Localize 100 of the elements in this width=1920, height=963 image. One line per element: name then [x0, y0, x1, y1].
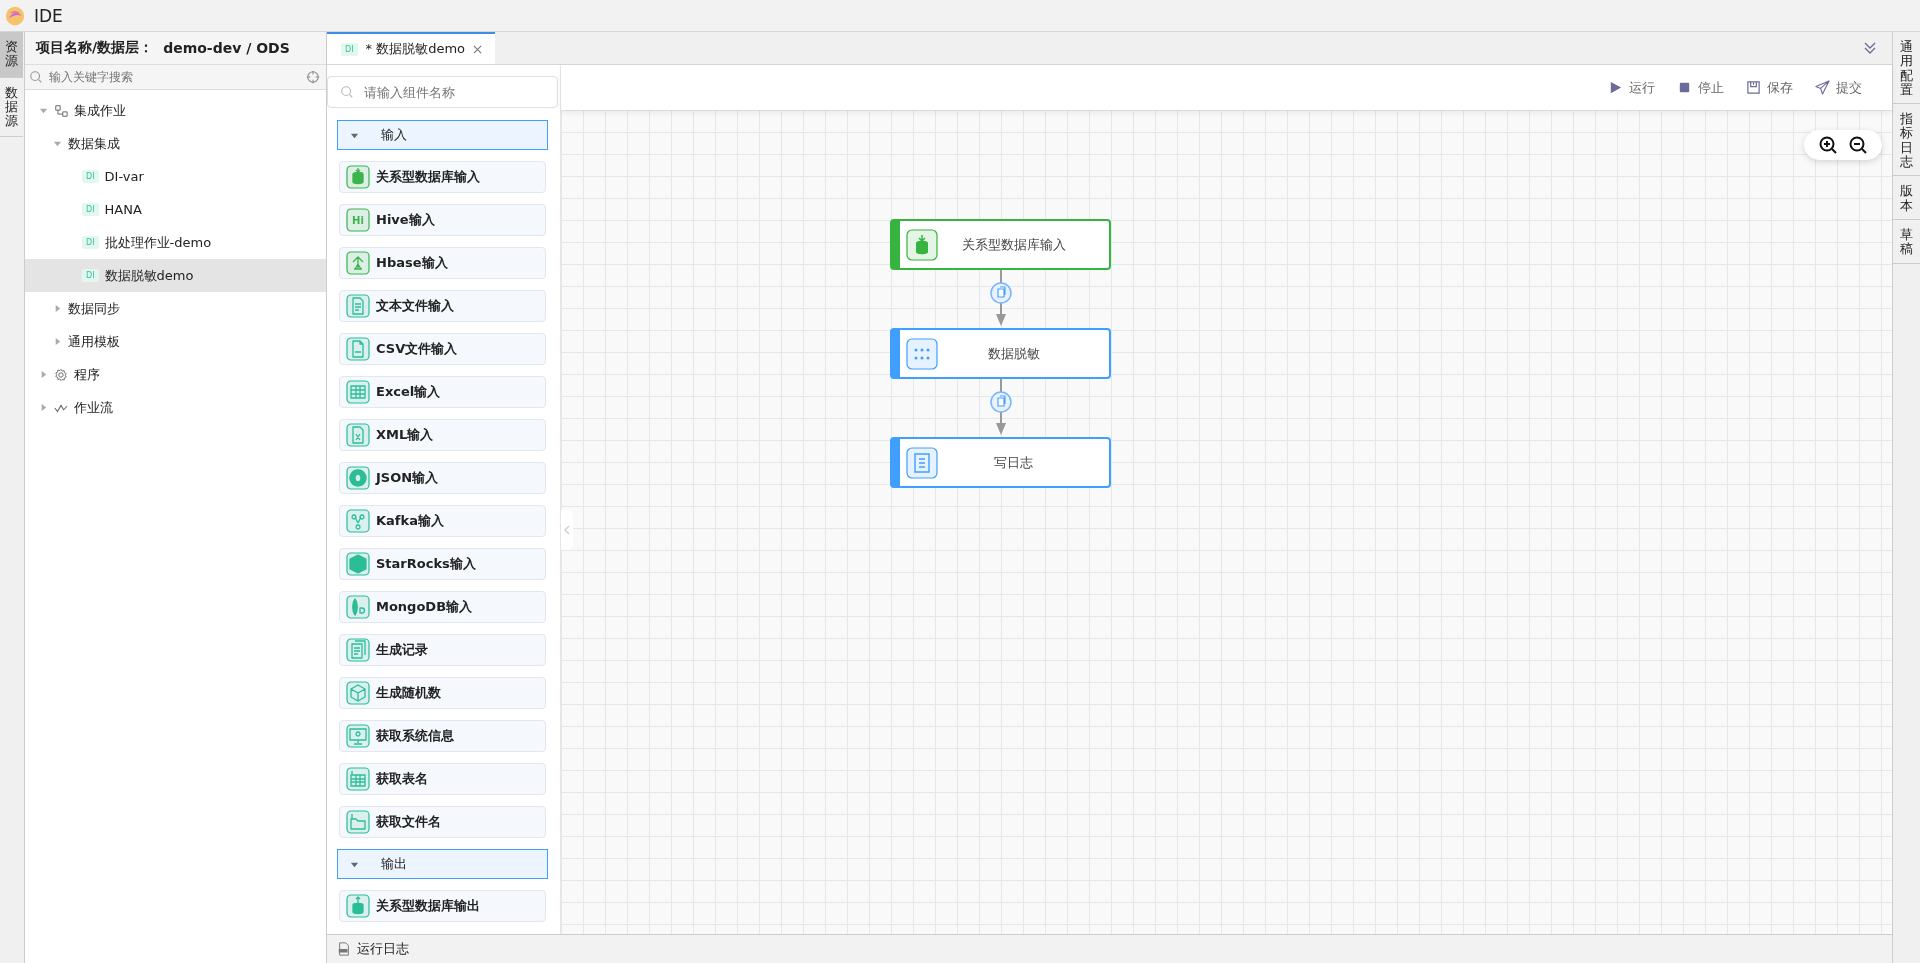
side-tab[interactable]: 资源: [0, 32, 23, 78]
component-item[interactable]: Hbase输入: [339, 247, 546, 279]
save-icon: [1746, 80, 1761, 95]
tree-item[interactable]: 数据集成: [25, 127, 326, 160]
nodes-icon: [346, 509, 370, 533]
side-tab[interactable]: 数据源: [0, 77, 23, 138]
editor-tab[interactable]: DI * 数据脱敏demo: [327, 32, 495, 64]
grid-icon: [346, 380, 370, 404]
database-icon: [346, 894, 370, 918]
group-header[interactable]: 输入: [337, 120, 548, 150]
component-item[interactable]: 生成记录: [339, 634, 546, 666]
app-title: IDE: [34, 5, 63, 26]
tree-label: 数据同步: [68, 299, 120, 318]
caret-icon[interactable]: [39, 403, 48, 412]
tree-item[interactable]: DI HANA: [25, 193, 326, 226]
project-label: 项目名称/数据层：: [36, 39, 154, 57]
flow-node[interactable]: 写日志: [890, 437, 1111, 488]
circle-icon: [346, 466, 370, 490]
table-icon: [346, 767, 370, 791]
caret-icon[interactable]: [53, 139, 62, 148]
toolbar-button[interactable]: 保存: [1746, 74, 1793, 101]
hive-icon: Hi: [346, 208, 370, 232]
tree-label: 批处理作业-demo: [104, 233, 212, 252]
side-tab[interactable]: 草稿: [1893, 219, 1920, 264]
flow-node[interactable]: 数据脱敏: [890, 328, 1111, 379]
stop-icon: [1677, 80, 1692, 95]
locate-icon[interactable]: [306, 70, 320, 84]
component-item[interactable]: 关系型数据库输出: [339, 890, 546, 922]
search-icon: [29, 70, 43, 84]
search-icon: [340, 85, 354, 99]
component-item[interactable]: 生成随机数: [339, 677, 546, 709]
search-field[interactable]: 请输入组件名称: [327, 76, 558, 108]
tree-item[interactable]: 作业流: [25, 391, 326, 424]
caret-icon[interactable]: [39, 370, 48, 379]
logo-icon: [4, 4, 26, 27]
component-item[interactable]: CSV文件输入: [339, 333, 546, 365]
component-item[interactable]: StarRocks输入: [339, 548, 546, 580]
component-item[interactable]: 关系型数据库输入: [339, 161, 546, 193]
tree-item[interactable]: DI 数据脱敏demo: [25, 259, 326, 292]
tree-label: 作业流: [74, 398, 113, 417]
hexagon-icon: [346, 552, 370, 576]
search-field[interactable]: 输入关键字搜索: [25, 65, 326, 90]
side-tab[interactable]: 通用配置: [1893, 32, 1920, 105]
caret-icon[interactable]: [53, 337, 62, 346]
node-label: 关系型数据库输入: [960, 235, 1067, 254]
component-item[interactable]: Hi Hive输入: [339, 204, 546, 236]
flow-node[interactable]: 关系型数据库输入: [890, 219, 1111, 270]
di-badge: DI: [341, 42, 358, 56]
connector-arrow: [993, 270, 1008, 328]
component-item[interactable]: MongoDB输入: [339, 591, 546, 623]
component-item[interactable]: 获取系统信息: [339, 720, 546, 752]
tree-item[interactable]: 数据同步: [25, 292, 326, 325]
hierarchy-icon: [54, 103, 68, 118]
caret-icon[interactable]: [53, 304, 62, 313]
di-badge: DI: [82, 203, 99, 216]
toolbar-button[interactable]: 提交: [1815, 74, 1862, 101]
side-tab[interactable]: 版本: [1893, 176, 1920, 220]
copy-icon[interactable]: [989, 282, 1012, 304]
tree-label: 程序: [74, 365, 100, 384]
toolbar-button[interactable]: 运行: [1608, 74, 1655, 101]
component-item[interactable]: JSON输入: [339, 462, 546, 494]
document-icon: [346, 337, 370, 361]
caret-icon[interactable]: [39, 106, 48, 115]
tree-label: DI-var: [104, 169, 144, 184]
document-icon: [346, 423, 370, 447]
project-value: demo-dev / ODS: [163, 40, 290, 56]
document-icon: [346, 294, 370, 318]
database-icon: [906, 228, 938, 261]
component-item[interactable]: 文本文件输入: [339, 290, 546, 322]
tree-item[interactable]: DI 批处理作业-demo: [25, 226, 326, 259]
tree-item[interactable]: DI DI-var: [25, 160, 326, 193]
component-item[interactable]: 获取文件名: [339, 806, 546, 838]
tree-item[interactable]: 通用模板: [25, 325, 326, 358]
gear-icon: [54, 367, 68, 382]
component-item[interactable]: 获取表名: [339, 763, 546, 795]
zoom-out-icon[interactable]: [1848, 135, 1868, 155]
component-item[interactable]: Kafka输入: [339, 505, 546, 537]
asterisks-icon: [906, 337, 938, 370]
run-log-label[interactable]: 运行日志: [357, 940, 409, 958]
di-badge: DI: [82, 269, 99, 282]
tree-item[interactable]: 程序: [25, 358, 326, 391]
side-tab[interactable]: 指标日志: [1893, 104, 1920, 177]
component-item[interactable]: XML输入: [339, 419, 546, 451]
tree-label: 集成作业: [74, 101, 126, 120]
group-header[interactable]: 输出: [337, 849, 548, 879]
leaf-icon: [346, 595, 370, 619]
search-input[interactable]: 输入关键字搜索: [47, 69, 302, 85]
connector-arrow: [993, 379, 1008, 437]
node-label: 写日志: [993, 453, 1034, 472]
tree-item[interactable]: 集成作业: [25, 94, 326, 127]
close-icon[interactable]: [473, 44, 483, 54]
zoom-in-icon[interactable]: [1818, 135, 1838, 155]
database-icon: [346, 165, 370, 189]
double-chevron-icon[interactable]: [1862, 40, 1878, 56]
copy-icon[interactable]: [989, 391, 1012, 413]
di-badge: DI: [82, 170, 99, 183]
component-item[interactable]: Excel输入: [339, 376, 546, 408]
collapse-icon[interactable]: [561, 510, 573, 550]
tree-label: 数据脱敏demo: [104, 266, 194, 285]
toolbar-button[interactable]: 停止: [1677, 74, 1724, 101]
